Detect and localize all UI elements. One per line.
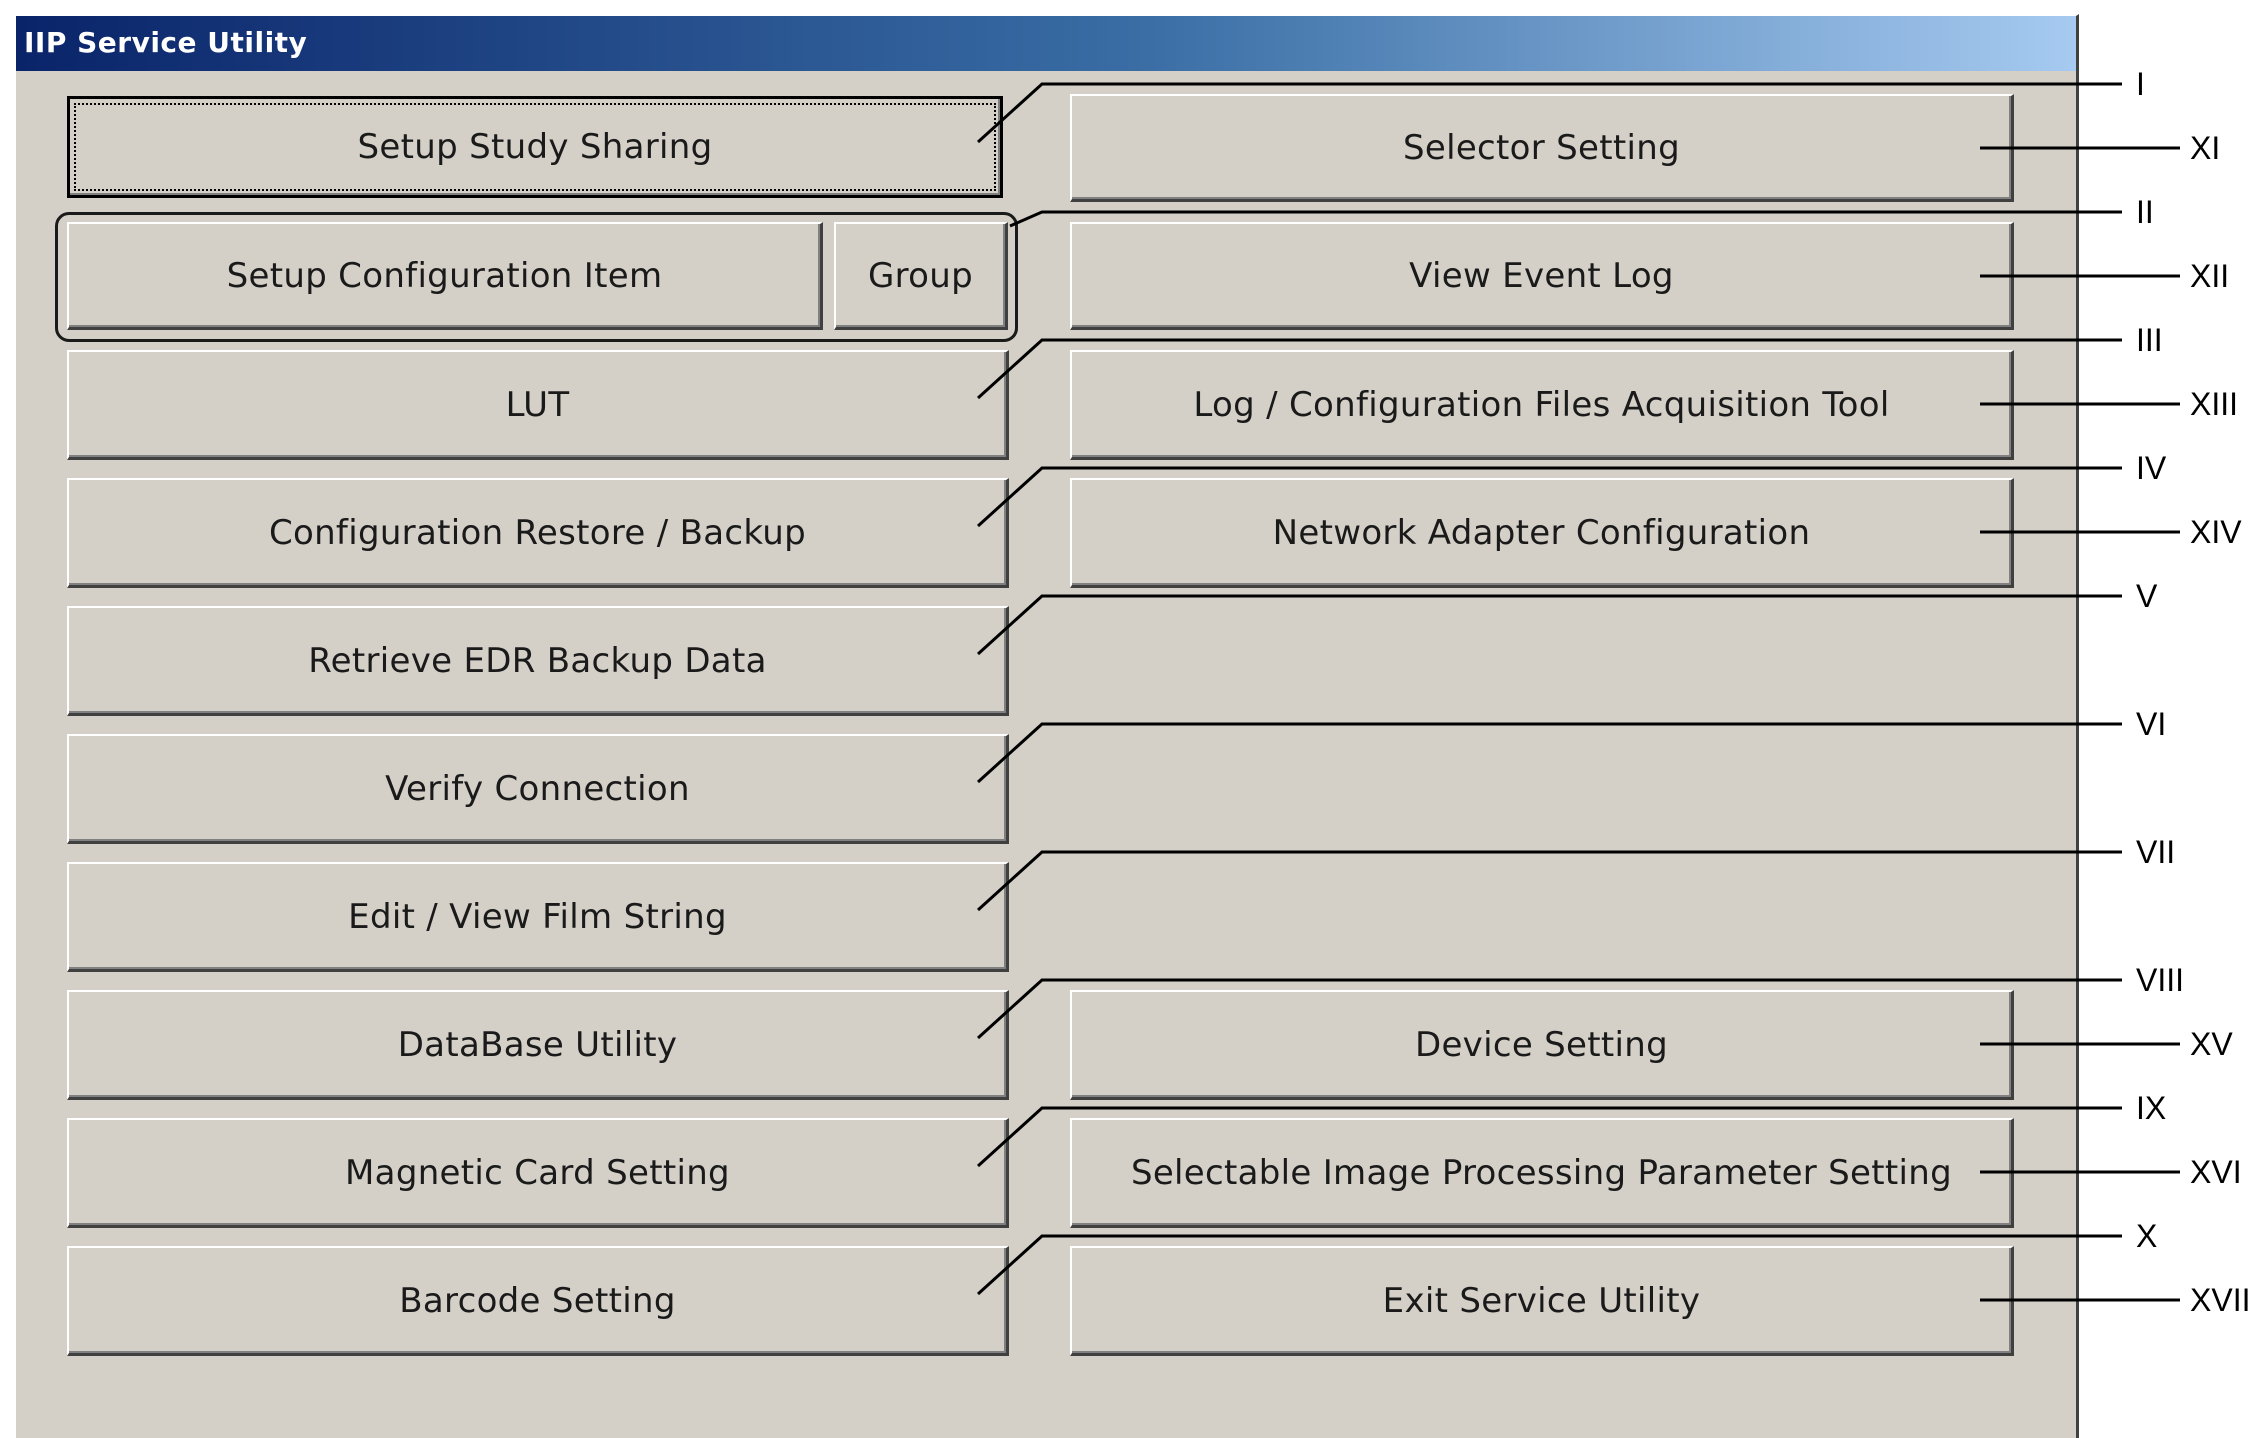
selector-setting-button[interactable]: Selector Setting bbox=[1070, 94, 2014, 202]
group-button[interactable]: Group bbox=[834, 222, 1008, 330]
device-setting-button[interactable]: Device Setting bbox=[1070, 990, 2014, 1100]
verify-connection-button[interactable]: Verify Connection bbox=[67, 734, 1009, 844]
callout-label-vi: VI bbox=[2136, 706, 2167, 742]
callout-label-ix: IX bbox=[2136, 1090, 2167, 1126]
callout-label-xv: XV bbox=[2190, 1026, 2233, 1062]
callout-label-ii: II bbox=[2136, 194, 2154, 230]
callout-label-xvii: XVII bbox=[2190, 1282, 2251, 1318]
network-adapter-configuration-button[interactable]: Network Adapter Configuration bbox=[1070, 478, 2014, 588]
retrieve-edr-backup-data-button[interactable]: Retrieve EDR Backup Data bbox=[67, 606, 1009, 716]
barcode-setting-button[interactable]: Barcode Setting bbox=[67, 1246, 1009, 1356]
callout-label-xii: XII bbox=[2190, 258, 2230, 294]
selectable-image-processing-parameter-setting-button[interactable]: Selectable Image Processing Parameter Se… bbox=[1070, 1118, 2014, 1228]
callout-label-xiii: XIII bbox=[2190, 386, 2239, 422]
database-utility-button[interactable]: DataBase Utility bbox=[67, 990, 1009, 1100]
callout-label-viii: VIII bbox=[2136, 962, 2185, 998]
callout-label-i: I bbox=[2136, 66, 2145, 102]
callout-label-iv: IV bbox=[2136, 450, 2167, 486]
callout-label-xvi: XVI bbox=[2190, 1154, 2242, 1190]
callout-label-xi: XI bbox=[2190, 130, 2221, 166]
view-event-log-button[interactable]: View Event Log bbox=[1070, 222, 2014, 330]
setup-configuration-item-button[interactable]: Setup Configuration Item bbox=[67, 222, 823, 330]
edit-view-film-string-button[interactable]: Edit / View Film String bbox=[67, 862, 1009, 972]
log-configuration-files-acquisition-tool-button[interactable]: Log / Configuration Files Acquisition To… bbox=[1070, 350, 2014, 460]
callout-label-vii: VII bbox=[2136, 834, 2176, 870]
callout-label-v: V bbox=[2136, 578, 2158, 614]
exit-service-utility-button[interactable]: Exit Service Utility bbox=[1070, 1246, 2014, 1356]
callout-label-x: X bbox=[2136, 1218, 2158, 1254]
callout-label-iii: III bbox=[2136, 322, 2163, 358]
callout-label-xiv: XIV bbox=[2190, 514, 2242, 550]
configuration-restore-backup-button[interactable]: Configuration Restore / Backup bbox=[67, 478, 1009, 588]
window-title: IIP Service Utility bbox=[24, 26, 308, 59]
setup-study-sharing-button[interactable]: Setup Study Sharing bbox=[67, 96, 1003, 198]
title-bar[interactable]: IIP Service Utility bbox=[16, 16, 2076, 71]
lut-button[interactable]: LUT bbox=[67, 350, 1009, 460]
magnetic-card-setting-button[interactable]: Magnetic Card Setting bbox=[67, 1118, 1009, 1228]
